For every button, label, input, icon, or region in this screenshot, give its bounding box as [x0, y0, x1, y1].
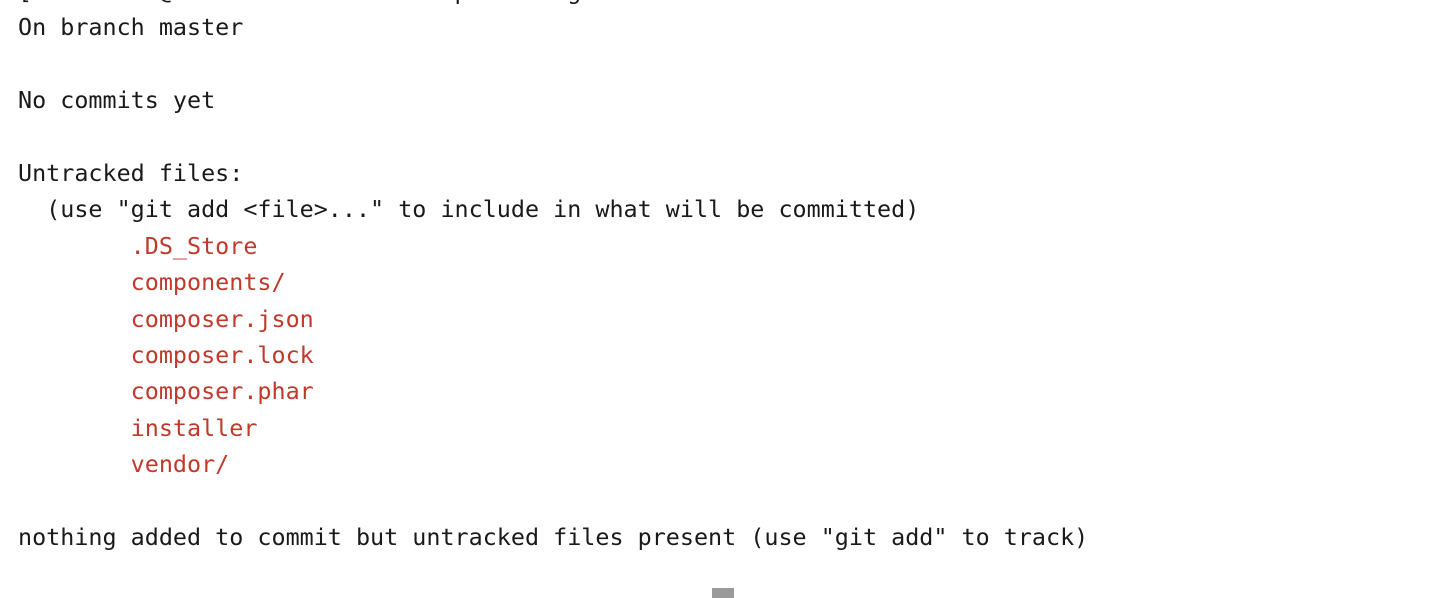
terminal-text: [obenseven@Oben-MacBook-Pro composer % g…	[18, 0, 708, 5]
untracked-file-vendor: vendor/	[18, 446, 1088, 482]
terminal-text: (use "git add <file>..." to include in w…	[18, 195, 920, 224]
untracked-file-ds-store: .DS_Store	[18, 228, 1088, 264]
untracked-file-components: components/	[18, 264, 1088, 300]
untracked-hint: (use "git add <file>..." to include in w…	[18, 191, 1088, 227]
untracked-file-composer-phar: composer.phar	[18, 373, 1088, 409]
terminal-cursor	[712, 588, 734, 598]
no-commits-line: No commits yet	[18, 82, 1088, 118]
terminal-text: No commits yet	[18, 86, 216, 115]
blank-1	[18, 46, 1088, 82]
terminal-text: Untracked files:	[18, 158, 244, 187]
untracked-file-composer-lock: composer.lock	[18, 337, 1088, 373]
blank-3	[18, 482, 1088, 518]
untracked-filename: .DS_Store	[130, 231, 258, 260]
branch-line: On branch master	[18, 9, 1088, 45]
untracked-file-installer: installer	[18, 410, 1088, 446]
untracked-filename: components/	[130, 268, 286, 297]
untracked-filename: composer.phar	[130, 377, 314, 406]
blank-2	[18, 119, 1088, 155]
untracked-filename: installer	[130, 413, 258, 442]
untracked-filename: composer.json	[130, 304, 314, 333]
summary-line: nothing added to commit but untracked fi…	[18, 519, 1088, 555]
untracked-filename: composer.lock	[130, 340, 314, 369]
prompt-line: [obenseven@Oben-MacBook-Pro composer % g…	[18, 0, 1088, 9]
terminal-screen[interactable]: [obenseven@Oben-MacBook-Pro composer % g…	[18, 0, 1088, 555]
untracked-header: Untracked files:	[18, 155, 1088, 191]
terminal-window[interactable]: [obenseven@Oben-MacBook-Pro composer % g…	[0, 0, 1440, 598]
terminal-text: nothing added to commit but untracked fi…	[18, 522, 1089, 551]
untracked-filename: vendor/	[130, 450, 230, 479]
terminal-text: On branch master	[18, 13, 244, 42]
untracked-file-composer-json: composer.json	[18, 301, 1088, 337]
